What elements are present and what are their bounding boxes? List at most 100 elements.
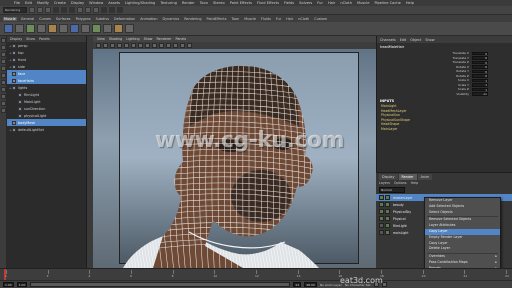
layer-blend-select[interactable]: Normal [379,187,405,193]
layer-menu-options[interactable]: Options [394,181,407,185]
channelbox-menu-show[interactable]: Show [425,38,434,42]
shelf-tool-icon[interactable] [37,24,46,33]
scale-tool-icon[interactable] [1,73,6,78]
menu-item-muscle[interactable]: Muscle [357,1,369,5]
attribute-value-field[interactable]: 1 [472,78,488,82]
input-node[interactable]: MainLayer [377,127,512,132]
layer-tab-render[interactable]: Render [398,174,417,180]
outliner-menu-display[interactable]: Display [10,37,22,41]
last-tool-icon[interactable] [1,87,6,92]
menu-item-stereo[interactable]: Stereo [213,1,225,5]
shelf-tool-icon[interactable] [59,24,68,33]
menu-item-texturing[interactable]: Texturing [160,1,177,5]
shelf-tab-polygons[interactable]: Polygons [75,17,92,21]
lasso-tool-icon[interactable] [1,45,6,50]
anim-layer-label[interactable]: No Anim Layer [320,283,342,287]
new-scene-icon[interactable] [29,7,35,13]
shelf-tool-icon[interactable] [15,24,24,33]
outliner-menu-panels[interactable]: Panels [39,37,50,41]
render-toggle-icon[interactable] [379,195,384,200]
single-view-icon[interactable] [1,94,6,99]
shelf-tool-icon[interactable] [125,24,134,33]
shelf-tab-ncloth[interactable]: nCloth [297,17,310,21]
render-icon[interactable] [101,7,107,13]
render-toggle-icon[interactable] [379,223,384,228]
layer-menu-help[interactable]: Help [411,181,419,185]
time-slider[interactable]: 1 2 4 6 8 10 12 14 16 18 20 22 24 [0,268,512,280]
attribute-value-field[interactable]: 0 [472,51,488,55]
shelf-tab-surfaces[interactable]: Surfaces [55,17,72,21]
shelf-tab-custom[interactable]: Custom [313,17,328,21]
menu-set-select[interactable]: Rendering [3,7,27,13]
channelbox-menu-object[interactable]: Object [410,38,421,42]
four-view-icon[interactable] [1,101,6,106]
paint-select-icon[interactable] [1,52,6,57]
menu-item-hair[interactable]: Hair [328,1,335,5]
menu-item-modify[interactable]: Modify [37,1,49,5]
manipulator-icon[interactable] [1,80,6,85]
menu-item-fur[interactable]: Fur [317,1,323,5]
recycle-icon[interactable] [385,202,390,207]
select-hierarchy-icon[interactable] [53,7,59,13]
rotate-tool-icon[interactable] [1,66,6,71]
menu-item-create[interactable]: Create [54,1,66,5]
select-tool-icon[interactable] [1,38,6,43]
playback-end-field[interactable]: 24 [293,282,302,287]
shelf-tab-hair[interactable]: Hair [285,17,294,21]
recycle-icon[interactable] [385,216,390,221]
snap-grid-icon[interactable] [77,7,83,13]
select-component-icon[interactable] [69,7,75,13]
shelf-tool-icon[interactable] [114,24,123,33]
menu-item-edit[interactable]: Edit [25,1,32,5]
attribute-value-field[interactable]: 1 [472,87,488,91]
attribute-value-field[interactable]: 0 [472,69,488,73]
shelf-tab-muscle[interactable]: Muscle [3,16,17,21]
recycle-icon[interactable] [385,230,390,235]
layer-menu-layers[interactable]: Layers [379,181,390,185]
layer-tab-anim[interactable]: Anim [417,174,433,180]
select-object-icon[interactable] [61,7,67,13]
playback-start-field[interactable]: 1.00 [16,282,28,287]
outliner-row[interactable]: + bodyMesh [7,119,86,126]
perspective-viewport[interactable]: View Shading Lighting Show Renderer Panels [93,36,376,268]
start-time-field[interactable]: 1.00 [3,282,14,287]
shelf-tab-painteffects[interactable]: PaintEffects [206,17,228,21]
shelf-tab-dynamics[interactable]: Dynamics [161,17,180,21]
shelf-tool-icon[interactable] [81,24,90,33]
attribute-value-field[interactable]: 1 [472,83,488,87]
menu-item-ncloth[interactable]: nCloth [340,1,352,5]
outliner-row[interactable]: MainLight [7,98,86,105]
outliner-row[interactable]: + front [7,56,86,63]
menu-item-pipeline-cache[interactable]: Pipeline Cache [374,1,400,5]
shelf-tab-toon[interactable]: Toon [230,17,240,21]
attribute-value-field[interactable]: on [472,92,488,96]
menu-item-fields[interactable]: Fields [284,1,294,5]
save-scene-icon[interactable] [45,7,51,13]
outliner-row[interactable]: + side [7,63,86,70]
outliner-row[interactable]: + persp [7,42,86,49]
render-toggle-icon[interactable] [379,230,384,235]
shelf-tab-rendering[interactable]: Rendering [183,17,202,21]
shelf-tab-curves[interactable]: Curves [38,17,52,21]
recycle-icon[interactable] [385,223,390,228]
shelf-tab-subdivs[interactable]: Subdivs [95,17,110,21]
attribute-value-field[interactable]: 0 [472,65,488,69]
menu-item-help[interactable]: Help [406,1,414,5]
menu-item-file[interactable]: File [14,1,20,5]
outliner-row[interactable]: physicalLight [7,112,86,119]
end-time-field[interactable]: 48.00 [304,282,317,287]
open-scene-icon[interactable] [37,7,43,13]
menu-item-toon[interactable]: Toon [200,1,208,5]
shelf-tool-icon[interactable] [48,24,57,33]
move-tool-icon[interactable] [1,59,6,64]
channelbox-node-name[interactable]: headMaleHair [377,43,512,51]
shelf-tab-deformation[interactable]: Deformation [113,17,136,21]
menu-item-render[interactable]: Render [182,1,195,5]
range-slider[interactable] [30,282,291,287]
shelf-tool-icon[interactable] [103,24,112,33]
shelf-tool-icon[interactable] [26,24,35,33]
menu-item-lighting-shading[interactable]: Lighting/Shading [125,1,155,5]
render-toggle-icon[interactable] [379,216,384,221]
recycle-icon[interactable] [385,209,390,214]
outliner-row[interactable]: RimLight [7,91,86,98]
